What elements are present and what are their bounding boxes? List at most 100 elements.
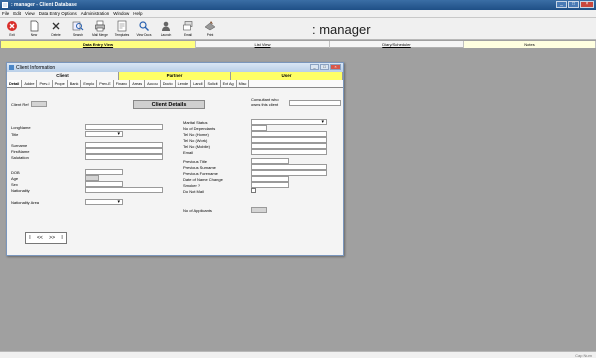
subtab-detail[interactable]: Detail (7, 80, 23, 87)
child-title-bar: Client Information _ □ × (7, 63, 343, 72)
previous-record-button[interactable]: << (37, 235, 43, 241)
launch-icon (162, 21, 170, 31)
menu-administration[interactable]: Administration (81, 11, 110, 16)
minimize-button[interactable]: _ (556, 1, 567, 8)
title-label: Title (11, 132, 19, 137)
menu-data-entry-options[interactable]: Data Entry Options (39, 11, 77, 16)
subtab-lenders[interactable]: Lende (176, 80, 192, 87)
smoker-field[interactable] (251, 182, 289, 188)
tel-mobile-label: Tel No (Mobile) (183, 144, 210, 149)
menu-file[interactable]: File (2, 11, 9, 16)
menu-edit[interactable]: Edit (13, 11, 21, 16)
applicants-field (251, 207, 267, 213)
subtab-prev-address[interactable]: Prev-I (37, 80, 53, 87)
email-icon (183, 21, 193, 31)
print-button[interactable]: Print (200, 20, 220, 39)
child-maximize-button[interactable]: □ (320, 64, 329, 70)
email-button[interactable]: Email (178, 20, 198, 39)
do-not-mail-checkbox[interactable] (251, 188, 256, 193)
new-button[interactable]: New (24, 20, 44, 39)
subtab-finance[interactable]: Financ (114, 80, 131, 87)
longname-field[interactable] (85, 124, 163, 130)
subtab-areas[interactable]: Areas (130, 80, 146, 87)
previous-forename-label: Previous Forename (183, 171, 218, 176)
window-controls: _ □ × (556, 1, 594, 8)
menu-view[interactable]: View (25, 11, 35, 16)
subtab-bank[interactable]: Bank (68, 80, 82, 87)
main-toolbar: Exit New Delete Search Mail Merge Templa… (0, 18, 596, 40)
subtab-landlords[interactable]: Landl (191, 80, 206, 87)
nationality-area-dropdown[interactable] (85, 199, 123, 205)
client-details-button[interactable]: Client Details (133, 100, 205, 109)
window-title: : manager - Client Database (11, 2, 77, 8)
record-navigator: I << >> I (25, 232, 67, 244)
salutation-field[interactable] (85, 154, 163, 160)
previous-title-label: Previous Title (183, 159, 208, 164)
menu-bar: File Edit View Data Entry Options Admini… (0, 10, 596, 18)
subtab-employment[interactable]: Emplo (81, 80, 98, 87)
party-tab-client[interactable]: Client (7, 72, 119, 80)
mail-merge-button[interactable]: Mail Merge (90, 20, 110, 39)
name-change-date-label: Date of Name Change (183, 177, 223, 182)
next-record-button[interactable]: >> (49, 235, 55, 241)
applicants-label: No of Applicants (183, 208, 212, 213)
close-button[interactable]: × (580, 1, 594, 8)
consultant-field[interactable] (289, 100, 341, 106)
sex-label: Sex (11, 182, 18, 187)
subtab-address[interactable]: Addre (22, 80, 38, 87)
maximize-button[interactable]: □ (568, 1, 579, 8)
exit-button[interactable]: Exit (2, 20, 22, 39)
child-window-controls: _ □ × (310, 64, 341, 70)
subtab-ext-agents[interactable]: Ext Ag (221, 80, 237, 87)
tab-data-entry-view[interactable]: Data Entry View (0, 41, 196, 48)
view-docs-button[interactable]: View Docs (134, 20, 154, 39)
email-field[interactable] (251, 149, 327, 155)
menu-help[interactable]: Help (133, 11, 142, 16)
subtab-doctors[interactable]: Docto (161, 80, 176, 87)
launch-button[interactable]: Launch (156, 20, 176, 39)
party-header: Client Partner User (7, 72, 343, 80)
first-record-button[interactable]: I (29, 235, 30, 241)
app-title-bar: : manager - Client Database _ □ × (0, 0, 596, 10)
subtab-accounts[interactable]: Accou (145, 80, 161, 87)
delete-icon (52, 22, 60, 30)
consultant-label: Consultant who owns this client (251, 97, 279, 107)
templates-button[interactable]: Templates (112, 20, 132, 39)
nationality-area-label: Nationality Area (11, 200, 40, 205)
view-tab-strip: Data Entry View List View Diary/Schedule… (0, 41, 596, 48)
search-icon (72, 21, 84, 31)
age-label: Age (11, 176, 19, 181)
status-bar: Cap Num (0, 351, 596, 358)
tab-list-view[interactable]: List View (196, 41, 330, 48)
delete-button[interactable]: Delete (46, 20, 66, 39)
templates-icon (117, 20, 127, 32)
surname-label: Surname (11, 143, 28, 148)
title-dropdown[interactable] (85, 131, 123, 137)
detail-subtabs: Detail Addre Prev-I Prope Bank Emplo Pre… (7, 80, 343, 88)
subtab-misc[interactable]: Misc (237, 80, 250, 87)
search-button[interactable]: Search (68, 20, 88, 39)
child-window-title: Client Information (16, 64, 56, 71)
exit-icon (7, 21, 17, 31)
brand-logo-text: : manager (312, 22, 371, 37)
previous-surname-label: Previous Surname (183, 165, 216, 170)
last-record-button[interactable]: I (61, 235, 62, 241)
party-tab-user[interactable]: User (231, 72, 343, 80)
longname-label: LongName (11, 125, 31, 130)
subtab-solicitor[interactable]: Solicit (205, 80, 221, 87)
child-close-button[interactable]: × (330, 64, 341, 70)
subtab-prev-employment[interactable]: Prev-E (97, 80, 114, 87)
nationality-label: Nationality (11, 188, 30, 193)
subtab-property[interactable]: Prope (53, 80, 68, 87)
tab-diary-scheduler[interactable]: Diary/Scheduler (330, 41, 464, 48)
nationality-field[interactable] (85, 187, 163, 193)
menu-window[interactable]: Window (113, 11, 129, 16)
child-minimize-button[interactable]: _ (310, 64, 319, 70)
client-ref-field[interactable] (31, 101, 47, 107)
client-information-window: Client Information _ □ × Client Partner … (6, 62, 344, 256)
dob-label: DOB (11, 170, 20, 175)
party-tab-partner[interactable]: Partner (119, 72, 231, 80)
client-window-icon (9, 65, 14, 70)
tel-home-label: Tel No (Home) (183, 132, 209, 137)
tab-notes[interactable]: Notes (464, 41, 596, 48)
